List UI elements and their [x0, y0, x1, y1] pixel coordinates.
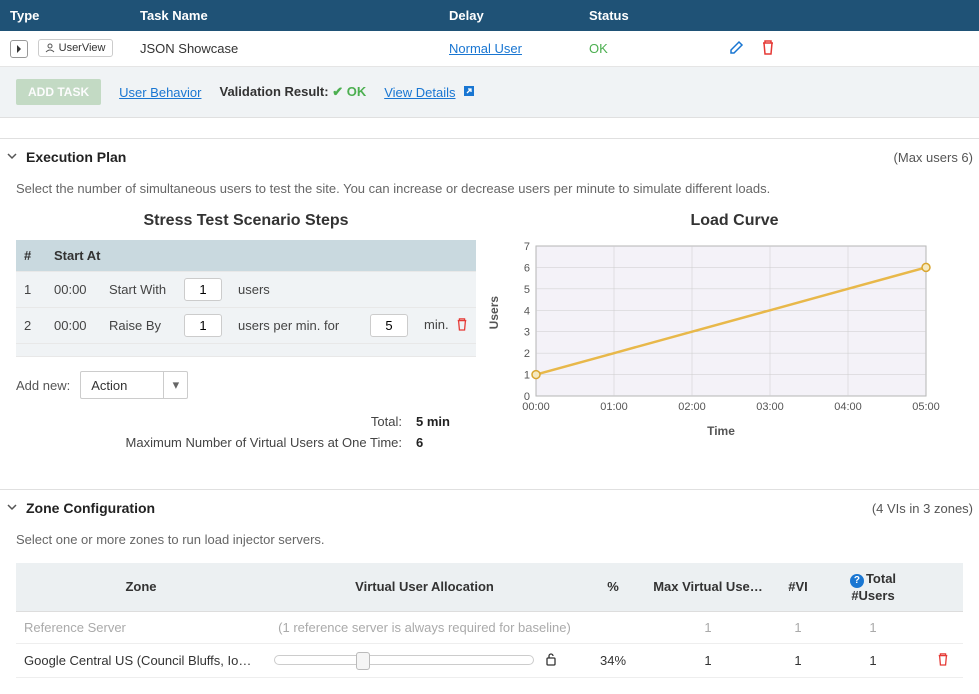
total-value: 5 min [416, 414, 476, 429]
col-status: Status [579, 0, 719, 31]
chevron-down-icon [6, 150, 18, 165]
delay-link[interactable]: Normal User [449, 41, 522, 56]
step-row: 1 00:00 Start With users [16, 272, 476, 308]
chart-title: Load Curve [506, 212, 963, 230]
execution-plan-section: Execution Plan (Max users 6) Select the … [0, 138, 979, 469]
edit-icon[interactable] [729, 43, 749, 58]
reference-server-row: Reference Server (1 reference server is … [16, 611, 963, 643]
steps-table: # Start At 1 00:00 Start With users [16, 240, 476, 357]
x-axis-label: Time [506, 424, 936, 438]
execution-plan-header[interactable]: Execution Plan (Max users 6) [0, 139, 979, 175]
total-label: Total: [16, 414, 416, 429]
allocation-slider[interactable] [274, 655, 534, 665]
status-ok: OK [589, 41, 608, 56]
y-axis-label: Users [487, 296, 501, 329]
col-delay: Delay [439, 0, 579, 31]
max-users-value: 6 [416, 435, 476, 450]
svg-text:3: 3 [524, 327, 530, 339]
raise-by-input[interactable] [184, 314, 222, 337]
svg-text:00:00: 00:00 [522, 401, 550, 413]
svg-text:1: 1 [524, 370, 530, 382]
load-curve-chart: Users 0123456700:0001:0002:0003:0004:000… [506, 240, 936, 438]
trash-icon[interactable] [937, 654, 949, 669]
max-users-label: Maximum Number of Virtual Users at One T… [16, 435, 416, 450]
task-row: UserView JSON Showcase Normal User OK [0, 31, 979, 67]
svg-text:01:00: 01:00 [600, 401, 628, 413]
svg-text:03:00: 03:00 [756, 401, 784, 413]
slider-thumb[interactable] [356, 652, 370, 670]
view-details-link[interactable]: View Details [384, 85, 455, 100]
col-type: Type [0, 0, 130, 31]
userview-badge[interactable]: UserView [38, 39, 113, 57]
help-icon[interactable]: ? [850, 574, 864, 588]
zone-row: Google Central US (Council Bluffs, Io… 3… [16, 643, 963, 677]
svg-text:4: 4 [524, 305, 530, 317]
validation-result: Validation Result: ✔ OK [219, 84, 366, 100]
chevron-right-icon [15, 45, 23, 53]
svg-text:5: 5 [524, 284, 530, 296]
svg-text:04:00: 04:00 [834, 401, 862, 413]
add-task-button[interactable]: ADD TASK [16, 79, 101, 105]
steps-title: Stress Test Scenario Steps [16, 212, 476, 230]
exec-plan-desc: Select the number of simultaneous users … [16, 181, 963, 196]
toolbar: ADD TASK User Behavior Validation Result… [0, 67, 979, 118]
external-link-icon [463, 85, 475, 100]
trash-icon[interactable] [761, 43, 775, 58]
task-name-cell: JSON Showcase [130, 31, 439, 67]
zone-desc: Select one or more zones to run load inj… [16, 532, 963, 547]
trash-icon[interactable] [456, 317, 468, 334]
zone-table: Zone Virtual User Allocation % Max Virtu… [16, 563, 963, 678]
start-with-input[interactable] [184, 278, 222, 301]
svg-text:2: 2 [524, 348, 530, 360]
unlock-icon[interactable] [544, 652, 558, 669]
step-row: 2 00:00 Raise By users per min. for min. [16, 308, 476, 344]
zone-config-header[interactable]: Zone Configuration (4 VIs in 3 zones) [0, 490, 979, 526]
zone-config-section: Zone Configuration (4 VIs in 3 zones) Se… [0, 489, 979, 694]
user-icon [45, 43, 55, 53]
action-select[interactable]: Action ▾ [80, 371, 188, 399]
svg-text:02:00: 02:00 [678, 401, 706, 413]
user-behavior-link[interactable]: User Behavior [119, 85, 201, 100]
col-name: Task Name [130, 0, 439, 31]
duration-input[interactable] [370, 314, 408, 337]
check-icon: ✔ [332, 84, 347, 99]
svg-text:6: 6 [524, 262, 530, 274]
chevron-down-icon [6, 501, 18, 516]
expand-button[interactable] [10, 40, 28, 58]
svg-text:7: 7 [524, 241, 530, 253]
caret-down-icon: ▾ [163, 372, 187, 398]
svg-text:05:00: 05:00 [912, 401, 940, 413]
add-new-label: Add new: [16, 378, 70, 393]
task-table: Type Task Name Delay Status UserView JSO… [0, 0, 979, 67]
